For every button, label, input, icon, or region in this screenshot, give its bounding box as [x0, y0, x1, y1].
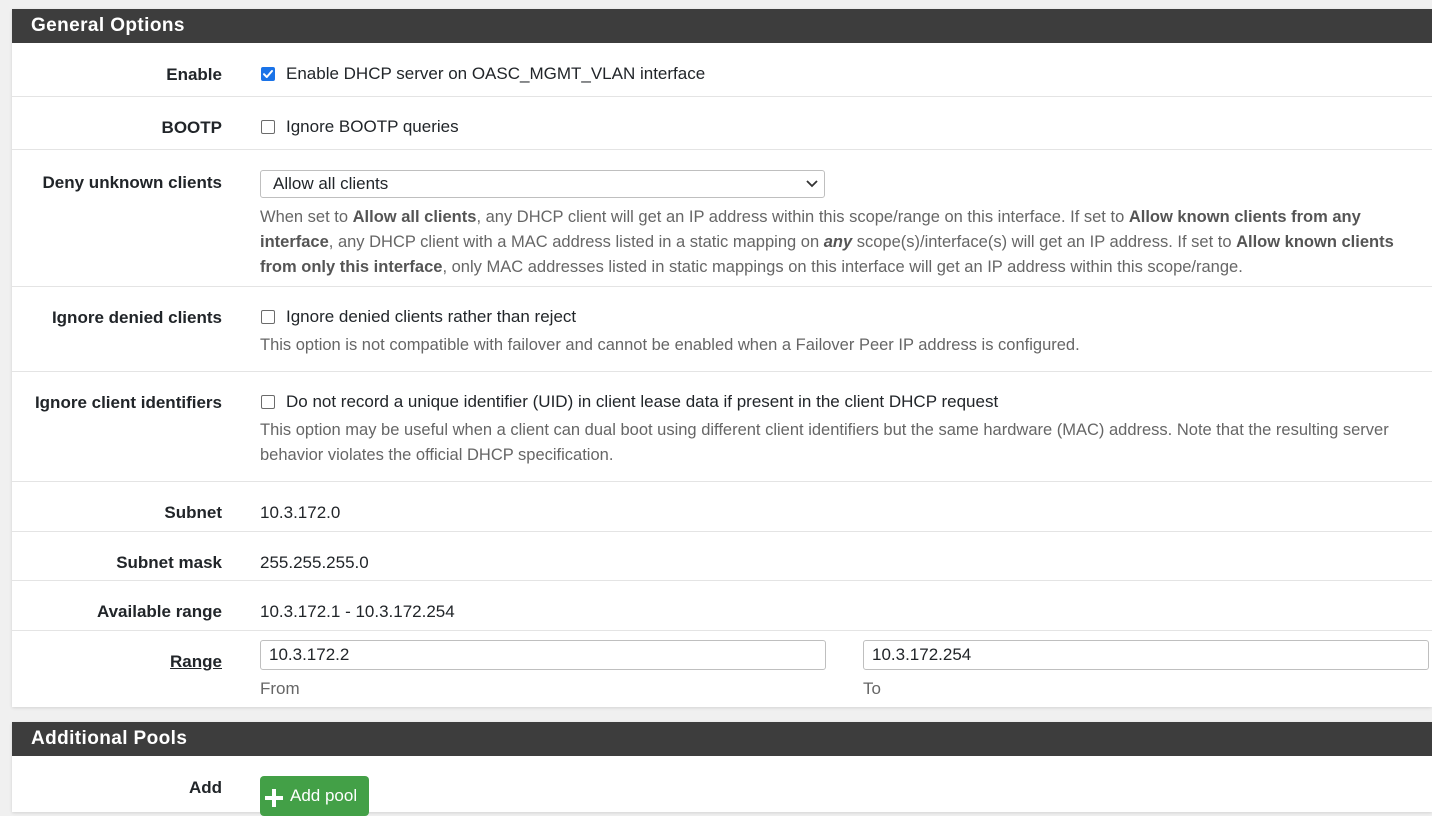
add-pool-button[interactable]: Add pool	[260, 776, 369, 816]
available-range-value: 10.3.172.1 - 10.3.172.254	[260, 602, 455, 621]
ignore-identifiers-label: Ignore client identifiers	[34, 393, 222, 412]
add-pool-button-label: Add pool	[290, 786, 358, 805]
plus-icon	[265, 789, 283, 807]
ignore-identifiers-checkbox-line[interactable]: Do not record a unique identifier (UID) …	[260, 392, 1420, 412]
enable-checkbox-label: Enable DHCP server on OASC_MGMT_VLAN int…	[286, 64, 706, 83]
deny-unknown-help: When set to Allow all clients, any DHCP …	[260, 208, 1394, 276]
bootp-checkbox[interactable]	[261, 120, 275, 134]
chevron-down-icon	[806, 180, 818, 188]
ignore-identifiers-help: This option may be useful when a client …	[260, 421, 1389, 464]
ignore-identifiers-checkbox[interactable]	[261, 395, 275, 409]
bootp-checkbox-label: Ignore BOOTP queries	[286, 117, 459, 136]
enable-label: Enable	[166, 65, 222, 84]
row-ignore-denied-clients: Ignore denied clients Ignore denied clie…	[12, 287, 1432, 372]
row-available-range: Available range 10.3.172.1 - 10.3.172.25…	[12, 581, 1432, 631]
subnet-label: Subnet	[164, 503, 222, 522]
ignore-denied-help: This option is not compatible with failo…	[260, 336, 1080, 354]
bootp-label: BOOTP	[161, 118, 222, 137]
checkmark-icon	[263, 70, 273, 78]
row-subnet: Subnet 10.3.172.0	[12, 482, 1432, 532]
enable-checkbox[interactable]	[261, 67, 275, 81]
panel-heading-additional-pools: Additional Pools	[12, 722, 1432, 756]
additional-pools-panel: Additional Pools Add Add pool	[12, 722, 1432, 816]
add-label: Add	[188, 778, 222, 797]
available-range-label: Available range	[96, 602, 222, 621]
row-range: Range 10.3.172.2 From 10.3.172.254 To	[12, 631, 1432, 707]
row-deny-unknown-clients: Deny unknown clients Allow all clients W…	[12, 150, 1432, 287]
row-bootp: BOOTP Ignore BOOTP queries	[12, 97, 1432, 150]
ignore-identifiers-checkbox-label: Do not record a unique identifier (UID) …	[286, 392, 999, 411]
bootp-checkbox-line[interactable]: Ignore BOOTP queries	[260, 117, 1420, 137]
row-enable: Enable Enable DHCP server on OASC_MGMT_V…	[12, 43, 1432, 97]
range-label-link[interactable]: Range	[170, 652, 222, 672]
ignore-denied-label: Ignore denied clients	[51, 308, 222, 327]
range-to-label: To	[863, 679, 881, 698]
range-from-input[interactable]: 10.3.172.2	[260, 640, 826, 670]
subnet-mask-label: Subnet mask	[116, 553, 222, 572]
enable-checkbox-line[interactable]: Enable DHCP server on OASC_MGMT_VLAN int…	[260, 64, 1420, 84]
subnet-value: 10.3.172.0	[260, 503, 341, 522]
general-options-panel: General Options Enable Enable DHCP serve…	[12, 9, 1432, 707]
ignore-denied-checkbox-line[interactable]: Ignore denied clients rather than reject	[260, 307, 1420, 327]
range-from-label: From	[260, 679, 300, 698]
deny-unknown-select[interactable]: Allow all clients	[260, 170, 825, 198]
deny-unknown-selected-value: Allow all clients	[273, 174, 389, 193]
deny-unknown-label: Deny unknown clients	[42, 173, 222, 192]
range-to-input[interactable]: 10.3.172.254	[863, 640, 1429, 670]
ignore-denied-checkbox[interactable]	[261, 310, 275, 324]
subnet-mask-value: 255.255.255.0	[260, 553, 369, 572]
row-subnet-mask: Subnet mask 255.255.255.0	[12, 532, 1432, 581]
row-ignore-client-identifiers: Ignore client identifiers Do not record …	[12, 372, 1432, 482]
panel-heading-general-options: General Options	[12, 9, 1432, 43]
ignore-denied-checkbox-label: Ignore denied clients rather than reject	[286, 307, 577, 326]
